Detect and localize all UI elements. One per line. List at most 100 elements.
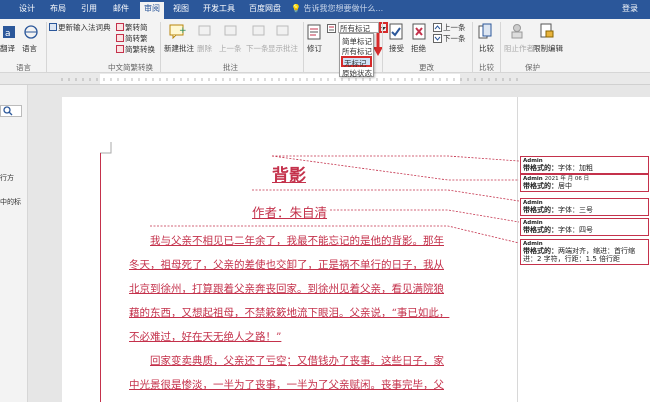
- group-divider: [46, 22, 47, 72]
- ribbon-tab-bar: 设计 布局 引用 邮件 审阅 视图 开发工具 百度网盘 💡 告诉我您想要做什么.…: [0, 0, 650, 19]
- nav-text-fragment: 中的标: [0, 198, 21, 206]
- markup-area: Admin 带格式的：字体：加粗 Admin 2021 年 月 06 日 带格式…: [517, 97, 650, 402]
- tab-mailings[interactable]: 邮件: [113, 3, 129, 14]
- show-comments-button[interactable]: 显示批注: [268, 43, 298, 54]
- document-page[interactable]: 背影 作者：朱自清 我与父亲不相见已二年余了，我最不能忘记的是他的背影。那年 冬…: [62, 97, 517, 402]
- previous-comment-button[interactable]: 上一条: [219, 43, 242, 54]
- body-line: 北京到徐州，打算跟着父亲奔丧回家。到徐州见着父亲，看见满院狼: [129, 283, 444, 295]
- tab-design[interactable]: 设计: [19, 3, 35, 14]
- group-divider: [160, 22, 161, 72]
- group-label-chinese-conversion: 中文简繁转换: [108, 63, 153, 72]
- display-markup-dropdown-button[interactable]: [379, 22, 388, 33]
- track-changes-icon: [307, 24, 321, 40]
- language-icon: [24, 25, 38, 39]
- lightbulb-icon: 💡: [291, 4, 301, 13]
- translate-icon: a: [3, 26, 15, 39]
- change-bar: [100, 153, 101, 402]
- update-ime-dictionary-button[interactable]: 更新输入法词典: [58, 22, 111, 33]
- body-line: 不必难过，好在天无绝人之路！”: [129, 331, 282, 343]
- word-window: { "tabs":["设计","布局","引用","邮件","审阅","视图",…: [0, 0, 650, 402]
- document-author: 作者：朱自清: [252, 205, 328, 220]
- body-line: 回家变卖典质，父亲还了亏空；又借钱办了丧事。这些日子，家: [150, 355, 444, 367]
- markup-option-original[interactable]: 原始状态: [342, 68, 372, 79]
- trad-to-simp-button[interactable]: 繁转简: [125, 22, 148, 33]
- nav-text-fragment: 行方: [0, 174, 14, 182]
- previous-change-icon: [433, 23, 442, 32]
- display-markup-select[interactable]: 所有标记: [338, 22, 379, 33]
- balloon-text: 带格式的：字体：四号: [523, 226, 593, 234]
- next-change-button[interactable]: 下一条: [443, 33, 466, 44]
- horizontal-ruler[interactable]: [0, 73, 650, 85]
- search-icon: [3, 106, 13, 116]
- translate-button[interactable]: 翻译: [0, 43, 15, 54]
- simp-trad-convert-icon: [116, 45, 124, 53]
- tell-me-text: 告诉我您想要做什么...: [303, 4, 384, 13]
- simp-trad-convert-button[interactable]: 简繁转换: [125, 44, 155, 55]
- ruler-text-area: [100, 74, 460, 84]
- tab-references[interactable]: 引用: [81, 3, 97, 14]
- new-comment-button[interactable]: 新建批注: [164, 43, 194, 54]
- delete-comment-icon: [198, 25, 211, 36]
- trad-to-simp-icon: [116, 23, 124, 31]
- tab-baidu-netdisk[interactable]: 百度网盘: [249, 3, 281, 14]
- tell-me-box[interactable]: 💡 告诉我您想要做什么...: [291, 3, 383, 14]
- next-comment-button[interactable]: 下一条: [246, 43, 269, 54]
- track-changes-button[interactable]: 修订: [307, 43, 322, 54]
- previous-comment-icon: [224, 25, 237, 36]
- balloon-text: 带格式的：两端对齐，缩进：首行缩进：2 字符，行距：1.5 倍行距: [523, 247, 635, 263]
- login-link[interactable]: 登录: [622, 3, 638, 14]
- group-label-protect: 保护: [525, 63, 540, 72]
- nav-search-box[interactable]: [0, 105, 22, 117]
- tab-review[interactable]: 审阅: [140, 2, 164, 19]
- group-divider: [500, 22, 501, 72]
- body-line: 中光景很是惨淡，一半为了丧事，一半为了父亲赋闲。丧事完毕，父: [129, 379, 444, 391]
- revision-balloon[interactable]: Admin 带格式的：字体：加粗: [520, 156, 649, 174]
- ribbon: a 翻译 语言 语言 更新输入法词典 繁转简 简转繁 简繁转换 中文简繁转换 +…: [0, 19, 650, 73]
- balloon-text: 带格式的：字体：三号: [523, 206, 593, 214]
- delete-comment-button[interactable]: 删除: [197, 43, 212, 54]
- ime-dictionary-icon: [49, 23, 57, 31]
- new-comment-icon: +: [169, 24, 186, 39]
- group-divider: [303, 22, 304, 72]
- next-change-icon: [433, 34, 442, 43]
- group-label-comments: 批注: [223, 63, 238, 72]
- group-divider: [472, 22, 473, 72]
- document-title: 背影: [272, 166, 306, 186]
- restrict-editing-button[interactable]: 限制编辑: [533, 43, 563, 54]
- navigation-pane: 行方 中的标: [0, 85, 28, 402]
- balloon-text: 带格式的：居中: [523, 182, 572, 190]
- body-line: 藉的东西，又想起祖母，不禁簌簌地流下眼泪。父亲说，“事已如此，: [129, 307, 450, 319]
- margin-corner-mark: [100, 142, 112, 154]
- svg-text:a: a: [5, 29, 11, 39]
- accept-button[interactable]: 接受: [389, 43, 404, 54]
- simp-to-trad-icon: [116, 34, 124, 42]
- tab-view[interactable]: 视图: [173, 3, 189, 14]
- revision-balloon[interactable]: Admin 2021 年 月 06 日 带格式的：居中: [520, 174, 649, 192]
- reject-button[interactable]: 拒绝: [411, 43, 426, 54]
- svg-text:+: +: [179, 26, 186, 36]
- tab-developer[interactable]: 开发工具: [203, 3, 235, 14]
- display-markup-icon: [327, 24, 336, 33]
- show-comments-icon: [276, 25, 289, 36]
- group-label-language: 语言: [16, 63, 31, 72]
- body-line: 我与父亲不相见已二年余了，我最不能忘记的是他的背影。那年: [150, 235, 444, 247]
- restrict-editing-icon: [540, 23, 554, 38]
- next-comment-icon: [252, 25, 265, 36]
- compare-button[interactable]: 比较: [479, 43, 494, 54]
- revision-balloon[interactable]: Admin 带格式的：两端对齐，缩进：首行缩进：2 字符，行距：1.5 倍行距: [520, 239, 649, 265]
- group-divider: [382, 22, 383, 72]
- ruler-ticks: [61, 74, 518, 84]
- reject-icon: [412, 23, 426, 40]
- simp-to-trad-button[interactable]: 简转繁: [125, 33, 148, 44]
- revision-balloon[interactable]: Admin 带格式的：字体：四号: [520, 218, 649, 236]
- tab-layout[interactable]: 布局: [50, 3, 66, 14]
- group-label-changes: 更改: [419, 63, 434, 72]
- body-line: 冬天，祖母死了，父亲的差使也交卸了，正是祸不单行的日子，我从: [129, 259, 444, 271]
- markup-option-none-highlight[interactable]: 无标记: [341, 56, 372, 68]
- language-button[interactable]: 语言: [22, 43, 37, 54]
- block-authors-icon: [511, 24, 523, 39]
- previous-change-button[interactable]: 上一条: [443, 22, 466, 33]
- block-authors-button[interactable]: 阻止作者: [504, 43, 534, 54]
- compare-icon: [478, 23, 492, 39]
- revision-balloon[interactable]: Admin 带格式的：字体：三号: [520, 198, 649, 216]
